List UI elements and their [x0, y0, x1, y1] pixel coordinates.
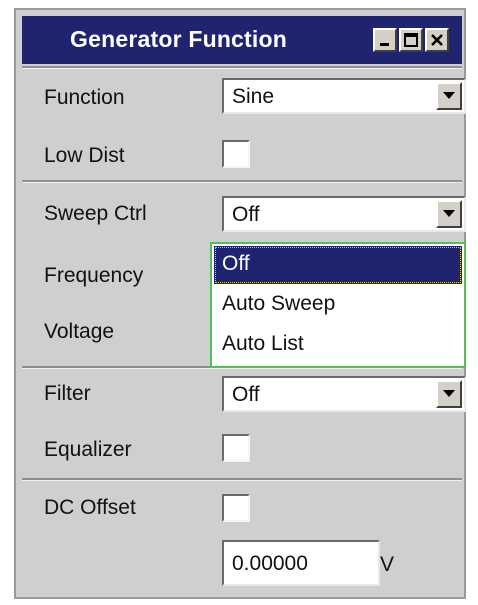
dropdown-option-auto-list[interactable]: Auto List [214, 326, 462, 364]
filter-select[interactable]: Off [222, 376, 466, 412]
section-function: Function Sine Low Dist [22, 66, 466, 180]
chevron-down-icon [443, 92, 455, 99]
chevron-down-icon [443, 210, 455, 217]
function-value: Sine [232, 85, 275, 108]
title-bar[interactable]: Generator Function [22, 16, 462, 64]
filter-value: Off [232, 383, 260, 406]
filter-label: Filter [44, 382, 91, 405]
close-icon [431, 34, 443, 46]
section-filter: Filter Off Equalizer [22, 366, 466, 478]
dc-offset-value-field[interactable]: 0.00000 [222, 540, 380, 586]
dropdown-option-auto-sweep[interactable]: Auto Sweep [214, 286, 462, 324]
equalizer-checkbox[interactable] [222, 434, 250, 462]
dc-offset-unit: V [380, 553, 395, 576]
sweep-ctrl-value: Off [232, 203, 260, 226]
maximize-icon [404, 33, 418, 47]
dc-offset-value: 0.00000 [232, 552, 308, 575]
equalizer-label: Equalizer [44, 438, 132, 461]
sweep-ctrl-label: Sweep Ctrl [44, 202, 147, 225]
minimize-button[interactable] [373, 28, 397, 52]
frequency-label: Frequency [44, 264, 144, 287]
function-select[interactable]: Sine [222, 78, 466, 114]
sweep-ctrl-dropdown-button[interactable] [436, 200, 462, 228]
maximize-button[interactable] [399, 28, 423, 52]
function-dropdown-button[interactable] [436, 82, 462, 110]
dc-offset-checkbox[interactable] [222, 494, 250, 522]
function-label: Function [44, 86, 125, 109]
window-title: Generator Function [70, 26, 288, 52]
minimize-icon [380, 43, 389, 46]
dc-offset-label: DC Offset [44, 496, 136, 519]
sweep-ctrl-dropdown-list: Off Auto Sweep Auto List [210, 242, 466, 368]
filter-dropdown-button[interactable] [436, 380, 462, 408]
chevron-down-icon [443, 390, 455, 397]
close-button[interactable] [425, 28, 449, 52]
low-dist-checkbox[interactable] [222, 140, 250, 168]
voltage-label: Voltage [44, 320, 115, 343]
low-dist-label: Low Dist [44, 144, 125, 167]
dropdown-option-off[interactable]: Off [214, 246, 462, 284]
sweep-ctrl-select[interactable]: Off [222, 196, 466, 232]
